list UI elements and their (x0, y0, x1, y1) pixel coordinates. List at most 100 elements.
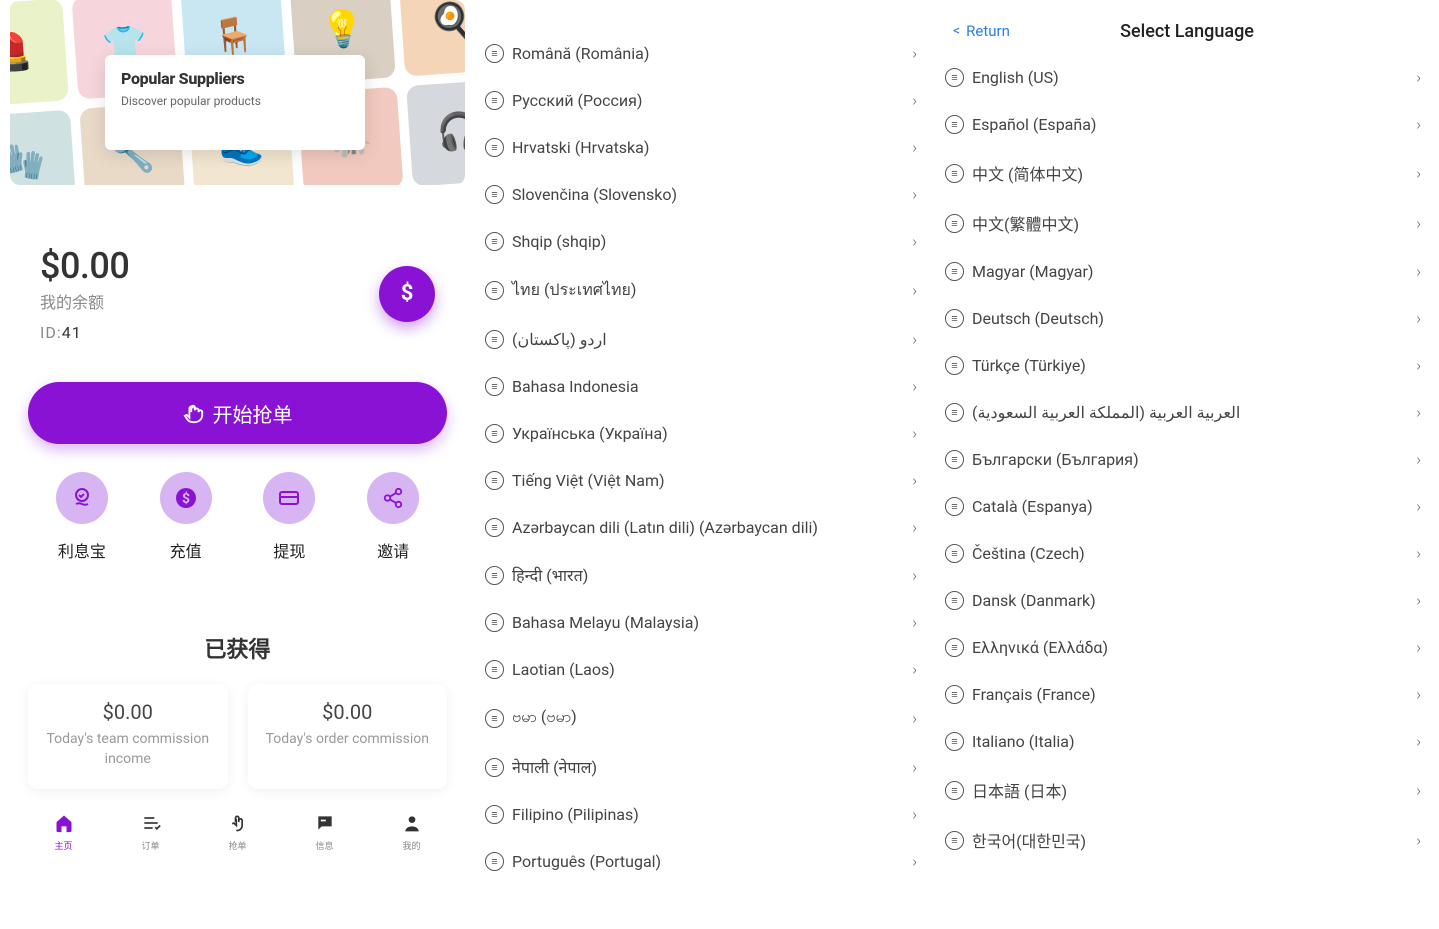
language-icon (485, 805, 504, 824)
app-main-panel: 💄👕🪑💡🍳 🧤🔧👟🐘🎧 Popular Suppliers Discover p… (0, 0, 475, 929)
language-item[interactable]: Azərbaycan dili (Latın dili) (Azərbaycan… (475, 504, 935, 551)
tab-label: 订单 (141, 839, 159, 852)
stat-team-commission[interactable]: $0.00 Today's team commission income (28, 684, 228, 789)
language-item[interactable]: Português (Portugal)› (475, 838, 935, 885)
chevron-right-icon: › (1416, 781, 1421, 800)
language-item[interactable]: Shqip (shqip)› (475, 218, 935, 265)
language-icon (945, 638, 964, 657)
language-item[interactable]: العربية العربية (المملكة العربية السعودي… (935, 389, 1439, 436)
language-name: اردو (پاکستان) (512, 330, 607, 349)
language-item[interactable]: Čeština (Czech)› (935, 530, 1439, 577)
stat-value: $0.00 (260, 700, 436, 724)
language-item[interactable]: Українська (Україна)› (475, 410, 935, 457)
language-item[interactable]: Català (Espanya)› (935, 483, 1439, 530)
language-name: Türkçe (Türkiye) (972, 356, 1086, 375)
home-icon (54, 813, 74, 833)
withdraw-icon (277, 486, 301, 510)
language-icon (485, 758, 504, 777)
language-icon (485, 232, 504, 251)
language-icon (485, 566, 504, 585)
svg-text:$: $ (182, 490, 190, 507)
language-item[interactable]: Magyar (Magyar)› (935, 248, 1439, 295)
action-interest[interactable]: 利息宝 (42, 472, 122, 562)
language-icon (945, 309, 964, 328)
hero-banner[interactable]: 💄👕🪑💡🍳 🧤🔧👟🐘🎧 Popular Suppliers Discover p… (10, 0, 465, 185)
language-item[interactable]: Tiếng Việt (Việt Nam)› (475, 457, 935, 504)
tab-grab[interactable]: 抢单 (208, 813, 268, 852)
language-name: Dansk (Danmark) (972, 591, 1096, 610)
tab-profile[interactable]: 我的 (382, 813, 442, 852)
language-item[interactable]: नेपाली (नेपाल)› (475, 743, 935, 791)
language-item[interactable]: Slovenčina (Slovensko)› (475, 171, 935, 218)
language-item[interactable]: ဗမာ (ဗမာ) › (475, 693, 935, 743)
chevron-right-icon: › (912, 805, 917, 824)
language-item[interactable]: Italiano (Italia)› (935, 718, 1439, 765)
language-item[interactable]: Français (France)› (935, 671, 1439, 718)
user-id: ID:41 (40, 323, 129, 342)
tab-home[interactable]: 主页 (34, 813, 94, 852)
start-grab-button[interactable]: 开始抢单 (28, 382, 447, 444)
language-list: English (US)›Español (España)›中文 (简体中文)›… (935, 54, 1439, 865)
language-item[interactable]: Hrvatski (Hrvatska)› (475, 124, 935, 171)
chevron-right-icon: › (1416, 68, 1421, 87)
action-recharge[interactable]: $ 充值 (146, 472, 226, 562)
language-item[interactable]: English (US)› (935, 54, 1439, 101)
chevron-right-icon: › (1416, 732, 1421, 751)
language-item[interactable]: Български (България)› (935, 436, 1439, 483)
language-icon (945, 164, 964, 183)
language-name: Čeština (Czech) (972, 544, 1085, 563)
chevron-right-icon: › (912, 709, 917, 728)
language-item[interactable]: Русский (Россия) › (475, 77, 935, 124)
language-item[interactable]: Deutsch (Deutsch)› (935, 295, 1439, 342)
action-invite[interactable]: 邀请 (353, 472, 433, 562)
action-withdraw[interactable]: 提现 (249, 472, 329, 562)
language-item[interactable]: Filipino (Pilipinas)› (475, 791, 935, 838)
language-item[interactable]: Română (România)› (475, 30, 935, 77)
language-icon (945, 68, 964, 87)
language-item[interactable]: اردو (پاکستان) › (475, 316, 935, 363)
wallet-button[interactable]: $ (379, 266, 435, 322)
language-icon (945, 732, 964, 751)
action-label: 利息宝 (58, 538, 106, 562)
language-name: ဗမာ (ဗမာ) (512, 706, 577, 730)
language-item[interactable]: Laotian (Laos)› (475, 646, 935, 693)
tab-messages[interactable]: 信息 (295, 813, 355, 852)
chevron-right-icon: › (1416, 638, 1421, 657)
chevron-right-icon: › (912, 232, 917, 251)
language-item[interactable]: हिन्दी (भारत)› (475, 551, 935, 599)
language-icon (485, 377, 504, 396)
stat-order-commission[interactable]: $0.00 Today's order commission (248, 684, 448, 789)
language-name: Deutsch (Deutsch) (972, 309, 1104, 328)
language-item[interactable]: Bahasa Indonesia› (475, 363, 935, 410)
stat-value: $0.00 (40, 700, 216, 724)
quick-actions: 利息宝 $ 充值 提现 邀请 (0, 444, 475, 562)
language-name: 中文 (简体中文) (972, 161, 1083, 185)
language-name: العربية العربية (المملكة العربية السعودي… (972, 403, 1240, 422)
chevron-right-icon: › (912, 91, 917, 110)
stats-row: $0.00 Today's team commission income $0.… (0, 664, 475, 789)
language-item[interactable]: Türkçe (Türkiye)› (935, 342, 1439, 389)
tab-orders[interactable]: 订单 (121, 813, 181, 852)
language-name: नेपाली (नेपाल) (512, 756, 597, 778)
chat-icon (315, 813, 335, 833)
list-icon (141, 813, 161, 833)
tab-label: 我的 (402, 839, 420, 852)
action-label: 充值 (170, 538, 202, 562)
language-item[interactable]: Bahasa Melayu (Malaysia)› (475, 599, 935, 646)
language-item[interactable]: Español (España)› (935, 101, 1439, 148)
language-icon (945, 831, 964, 850)
language-name: Русский (Россия) (512, 91, 642, 110)
language-name: Français (France) (972, 685, 1096, 704)
language-item[interactable]: Dansk (Danmark)› (935, 577, 1439, 624)
language-icon (945, 544, 964, 563)
language-item[interactable]: 中文 (简体中文)› (935, 148, 1439, 198)
language-item[interactable]: 日本語 (日本)› (935, 765, 1439, 815)
language-item[interactable]: ไทย (ประเทศไทย)› (475, 265, 935, 316)
language-item[interactable]: 한국어(대한민국)› (935, 815, 1439, 865)
chevron-right-icon: › (912, 330, 917, 349)
chevron-right-icon: › (912, 377, 917, 396)
chevron-right-icon: › (1416, 831, 1421, 850)
language-item[interactable]: Ελληνικά (Ελλάδα)› (935, 624, 1439, 671)
return-button[interactable]: Return (966, 22, 1010, 40)
language-item[interactable]: 中文(繁體中文)› (935, 198, 1439, 248)
